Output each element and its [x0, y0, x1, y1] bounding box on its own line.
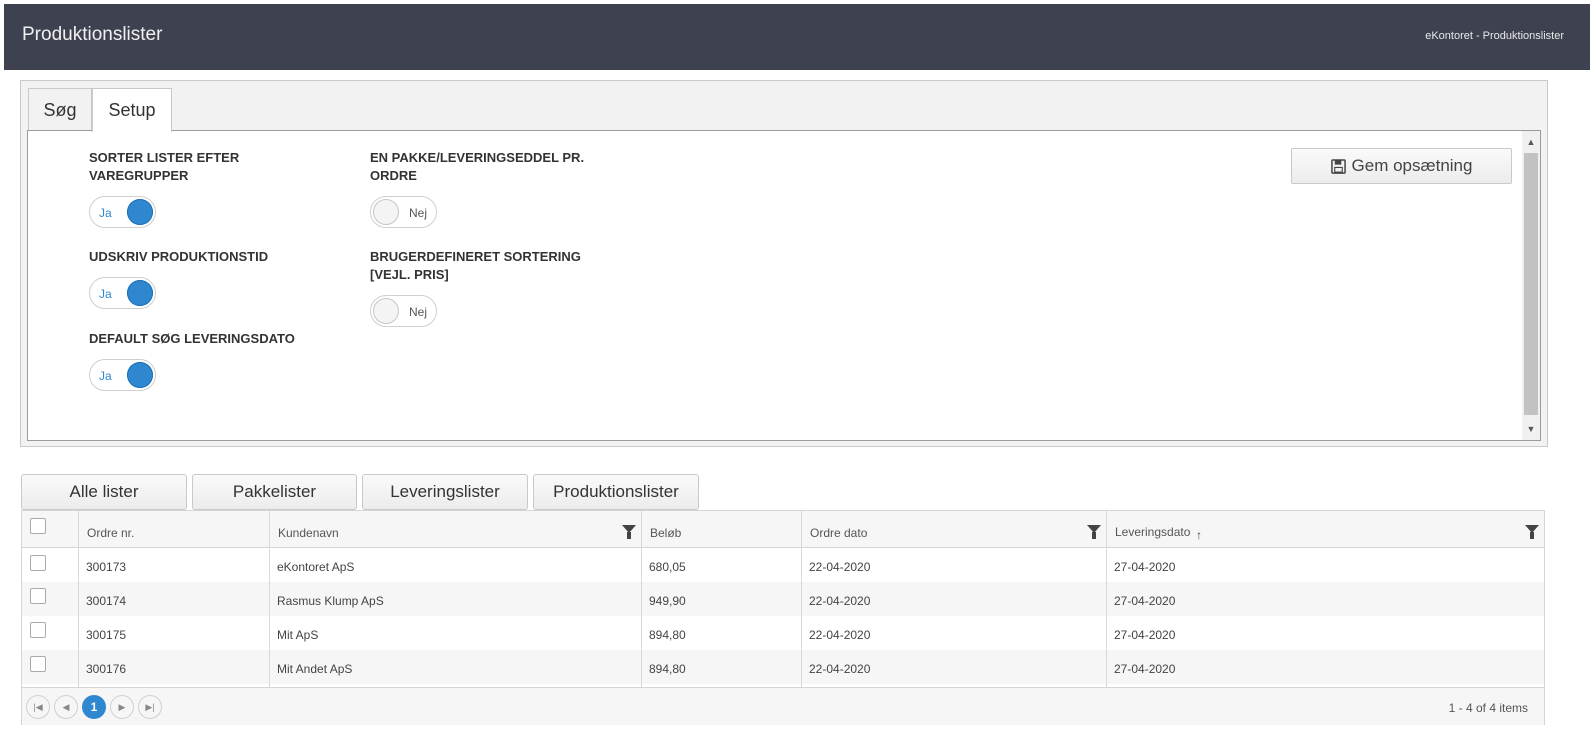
- save-setup-button[interactable]: Gem opsætning: [1291, 148, 1512, 184]
- toggle-state-label: Ja: [99, 369, 112, 383]
- row-checkbox[interactable]: [30, 622, 46, 638]
- column-header-customer[interactable]: Kundenavn: [269, 511, 641, 548]
- cell-amount: 894,80: [649, 662, 686, 676]
- cell-customer: Rasmus Klump ApS: [277, 594, 384, 608]
- first-page-icon[interactable]: |◀: [26, 695, 50, 719]
- table-row[interactable]: 300173 eKontoret ApS 680,05 22-04-2020 2…: [22, 548, 1544, 582]
- column-header-label: Ordre dato: [810, 526, 868, 540]
- column-divider: [78, 511, 79, 687]
- packing-lists-button[interactable]: Pakkelister: [192, 474, 357, 510]
- column-header-amount[interactable]: Beløb: [641, 511, 801, 548]
- pager: |◀ ◀ 1 ▶ ▶| 1 - 4 of 4 items: [22, 687, 1544, 725]
- scroll-up-icon[interactable]: ▲: [1522, 133, 1540, 151]
- cell-amount: 680,05: [649, 560, 686, 574]
- scroll-down-icon[interactable]: ▼: [1522, 420, 1540, 438]
- setup-panel: SORTER LISTER EFTER VAREGRUPPER Ja UDSKR…: [27, 130, 1541, 441]
- vertical-scrollbar[interactable]: ▲ ▼: [1522, 131, 1540, 440]
- toggle-state-label: Nej: [408, 206, 427, 220]
- cell-order-no: 300175: [86, 628, 127, 642]
- delivery-lists-button[interactable]: Leveringslister: [362, 474, 528, 510]
- toggle-sort-groups[interactable]: Ja: [89, 196, 156, 228]
- filter-icon[interactable]: [622, 525, 636, 539]
- option-label-custom-sorting: BRUGERDEFINERET SORTERING [VEJL. PRIS]: [370, 249, 581, 282]
- page-number-button[interactable]: 1: [82, 695, 106, 719]
- column-header-label: Beløb: [650, 526, 682, 540]
- option-label-sort-groups: SORTER LISTER EFTER VAREGRUPPER: [89, 150, 240, 183]
- row-checkbox[interactable]: [30, 555, 46, 571]
- cell-delivery-date: 27-04-2020: [1114, 594, 1176, 608]
- option-label-print-production-time: UDSKRIV PRODUKTIONSTID: [89, 249, 269, 264]
- cell-delivery-date: 27-04-2020: [1114, 560, 1176, 574]
- cell-order-no: 300176: [86, 662, 127, 676]
- cell-customer: eKontoret ApS: [277, 560, 355, 574]
- column-header-label: Kundenavn: [278, 526, 339, 540]
- column-header-order-date[interactable]: Ordre dato: [801, 511, 1106, 548]
- cell-delivery-date: 27-04-2020: [1114, 628, 1176, 642]
- pager-info: 1 - 4 of 4 items: [1448, 701, 1528, 715]
- cell-customer: Mit ApS: [277, 628, 319, 642]
- tab-setup[interactable]: Setup: [92, 88, 172, 132]
- toggle-knob: [373, 199, 399, 225]
- column-divider: [269, 511, 270, 687]
- toggle-custom-sorting[interactable]: Nej: [370, 295, 437, 327]
- column-header-order-no[interactable]: Ordre nr.: [78, 511, 269, 548]
- filter-icon[interactable]: [1087, 525, 1101, 539]
- option-label-default-delivery-date: DEFAULT SØG LEVERINGSDATO: [89, 331, 295, 346]
- tab-container: Søg Setup SORTER LISTER EFTER VAREGRUPPE…: [20, 80, 1548, 447]
- column-divider: [801, 511, 802, 687]
- prev-page-icon[interactable]: ◀: [54, 695, 78, 719]
- last-page-icon[interactable]: ▶|: [138, 695, 162, 719]
- toggle-state-label: Ja: [99, 287, 112, 301]
- toggle-state-label: Nej: [408, 305, 427, 319]
- toggle-knob: [127, 280, 153, 306]
- cell-order-no: 300174: [86, 594, 127, 608]
- row-checkbox[interactable]: [30, 588, 46, 604]
- page-title: Produktionslister: [22, 24, 163, 45]
- toggle-knob: [127, 199, 153, 225]
- floppy-disk-icon: [1330, 158, 1346, 174]
- production-lists-button[interactable]: Produktionslister: [533, 474, 699, 510]
- toggle-knob: [373, 298, 399, 324]
- save-setup-label: Gem opsætning: [1351, 156, 1473, 175]
- cell-order-no: 300173: [86, 560, 127, 574]
- cell-amount: 894,80: [649, 628, 686, 642]
- cell-delivery-date: 27-04-2020: [1114, 662, 1176, 676]
- column-header-label: Leveringsdato: [1115, 525, 1191, 539]
- toggle-state-label: Ja: [99, 206, 112, 220]
- table-row[interactable]: 300174 Rasmus Klump ApS 949,90 22-04-202…: [22, 582, 1544, 616]
- next-page-icon[interactable]: ▶: [110, 695, 134, 719]
- row-checkbox[interactable]: [30, 656, 46, 672]
- grid-header: Ordre nr. Kundenavn Beløb Ordre dato Lev…: [22, 511, 1544, 548]
- breadcrumb: eKontoret - Produktionslister: [1425, 30, 1564, 42]
- column-divider: [1106, 511, 1107, 687]
- cell-order-date: 22-04-2020: [809, 594, 871, 608]
- scrollbar-thumb[interactable]: [1524, 153, 1538, 415]
- all-lists-button[interactable]: Alle lister: [21, 474, 187, 510]
- orders-grid: Ordre nr. Kundenavn Beløb Ordre dato Lev…: [21, 510, 1545, 725]
- toggle-default-delivery-date[interactable]: Ja: [89, 359, 156, 391]
- column-header-delivery-date[interactable]: Leveringsdato ↑: [1106, 511, 1544, 548]
- table-row[interactable]: 300175 Mit ApS 894,80 22-04-2020 27-04-2…: [22, 616, 1544, 650]
- select-all-checkbox[interactable]: [30, 518, 46, 534]
- cell-order-date: 22-04-2020: [809, 662, 871, 676]
- sort-ascending-icon: ↑: [1196, 528, 1202, 542]
- cell-customer: Mit Andet ApS: [277, 662, 353, 676]
- tab-search[interactable]: Søg: [28, 88, 92, 131]
- column-header-label: Ordre nr.: [87, 526, 135, 540]
- filter-icon[interactable]: [1525, 525, 1539, 539]
- table-row[interactable]: 300176 Mit Andet ApS 894,80 22-04-2020 2…: [22, 650, 1544, 684]
- toggle-one-slip-per-order[interactable]: Nej: [370, 196, 437, 228]
- cell-amount: 949,90: [649, 594, 686, 608]
- toggle-print-production-time[interactable]: Ja: [89, 277, 156, 309]
- cell-order-date: 22-04-2020: [809, 628, 871, 642]
- app-header: Produktionslister eKontoret - Produktion…: [4, 4, 1590, 70]
- cell-order-date: 22-04-2020: [809, 560, 871, 574]
- toggle-knob: [127, 362, 153, 388]
- option-label-one-slip-per-order: EN PAKKE/LEVERINGSEDDEL PR. ORDRE: [370, 150, 585, 183]
- column-divider: [641, 511, 642, 687]
